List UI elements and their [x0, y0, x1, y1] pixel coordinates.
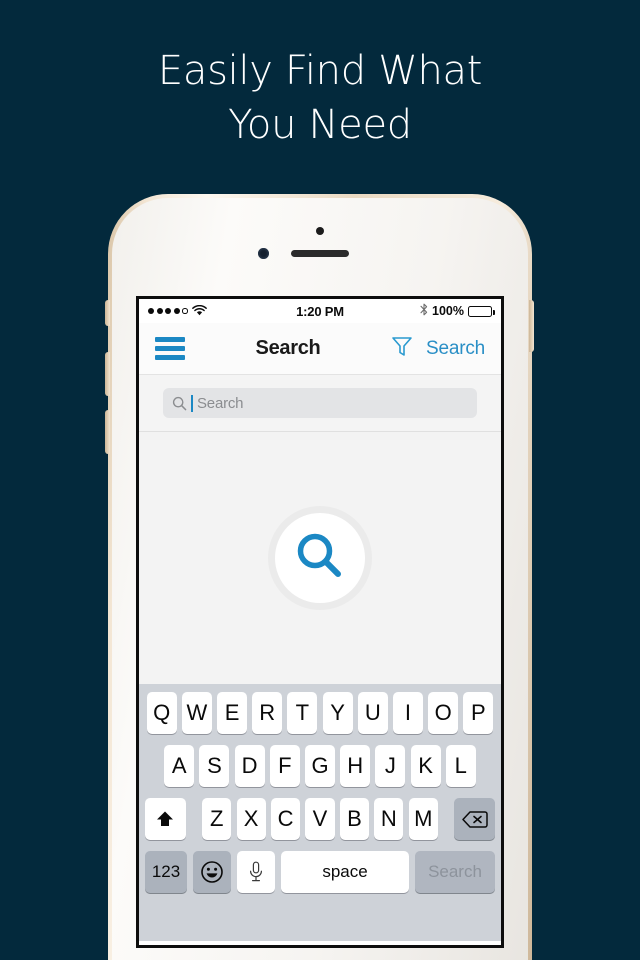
key-o[interactable]: O	[428, 692, 459, 734]
key-j[interactable]: J	[375, 745, 406, 787]
key-t[interactable]: T	[287, 692, 318, 734]
status-bar: 1:20 PM 100%	[139, 299, 501, 323]
empty-state-search-button[interactable]	[268, 506, 372, 610]
key-search-return[interactable]: Search	[415, 851, 495, 893]
key-y[interactable]: Y	[322, 692, 353, 734]
key-s[interactable]: S	[199, 745, 230, 787]
key-d[interactable]: D	[234, 745, 265, 787]
battery-percent-label: 100%	[432, 304, 465, 318]
search-input[interactable]: Search	[163, 388, 477, 418]
wifi-icon	[191, 304, 207, 319]
key-w[interactable]: W	[181, 692, 212, 734]
search-magnifier-icon	[294, 530, 346, 587]
key-n[interactable]: N	[374, 798, 404, 840]
content-area	[139, 432, 501, 684]
volume-up-button[interactable]	[105, 352, 110, 396]
earpiece-speaker-icon	[291, 250, 349, 257]
nav-title: Search	[255, 337, 321, 359]
key-b[interactable]: B	[339, 798, 370, 840]
battery-icon	[468, 305, 495, 317]
front-camera-icon	[258, 248, 269, 259]
key-i[interactable]: I	[392, 692, 423, 734]
shift-arrow-icon[interactable]	[144, 798, 186, 840]
bluetooth-icon	[420, 303, 428, 319]
headline-line-2: You Need	[228, 102, 412, 148]
filter-funnel-icon[interactable]	[391, 335, 413, 363]
key-h[interactable]: H	[340, 745, 371, 787]
key-x[interactable]: X	[236, 798, 266, 840]
hamburger-menu-icon[interactable]	[155, 334, 185, 363]
status-bar-left	[148, 304, 296, 319]
phone-screen: 1:20 PM 100% Search Search Search Q W E …	[136, 296, 504, 948]
key-a[interactable]: A	[164, 745, 195, 787]
search-bar-container: Search	[139, 375, 501, 432]
power-button[interactable]	[529, 300, 534, 352]
nav-left-group	[155, 334, 185, 363]
key-m[interactable]: M	[408, 798, 438, 840]
volume-down-button[interactable]	[105, 410, 110, 454]
keyboard-row-3: Z X C V B N M	[142, 798, 498, 840]
text-cursor	[191, 394, 193, 412]
key-f[interactable]: F	[269, 745, 300, 787]
key-space[interactable]: space	[281, 851, 409, 893]
proximity-sensor-icon	[316, 227, 324, 235]
microphone-icon[interactable]	[237, 851, 275, 893]
search-magnifier-icon	[172, 396, 187, 411]
key-g[interactable]: G	[305, 745, 335, 787]
keyboard-row-1: Q W E R T Y U I O P	[142, 692, 498, 734]
key-e[interactable]: E	[217, 692, 248, 734]
status-bar-right: 100%	[344, 303, 495, 319]
mute-switch-button[interactable]	[105, 300, 110, 326]
key-numbers[interactable]: 123	[145, 851, 187, 893]
key-r[interactable]: R	[252, 692, 283, 734]
key-u[interactable]: U	[357, 692, 388, 734]
cellular-signal-icon	[148, 308, 188, 314]
nav-right-group: Search	[391, 335, 485, 363]
key-p[interactable]: P	[463, 692, 494, 734]
key-c[interactable]: C	[270, 798, 301, 840]
key-l[interactable]: L	[445, 745, 476, 787]
nav-search-action[interactable]: Search	[426, 338, 485, 360]
emoji-smiley-icon[interactable]	[193, 851, 231, 893]
key-z[interactable]: Z	[202, 798, 232, 840]
on-screen-keyboard[interactable]: Q W E R T Y U I O P A S D F G H J K L Z …	[139, 684, 501, 941]
keyboard-row-4: 123 space Search	[142, 851, 498, 893]
key-k[interactable]: K	[410, 745, 441, 787]
key-q[interactable]: Q	[146, 692, 177, 734]
status-bar-time: 1:20 PM	[296, 303, 344, 319]
key-v[interactable]: V	[305, 798, 335, 840]
keyboard-row-2: A S D F G H J K L	[142, 745, 498, 787]
search-input-placeholder: Search	[197, 394, 244, 412]
headline-line-1: Easily Find What	[157, 48, 483, 94]
page-title: Easily Find What You Need	[0, 44, 640, 152]
navigation-bar: Search Search	[139, 323, 501, 375]
backspace-delete-icon[interactable]	[454, 798, 496, 840]
